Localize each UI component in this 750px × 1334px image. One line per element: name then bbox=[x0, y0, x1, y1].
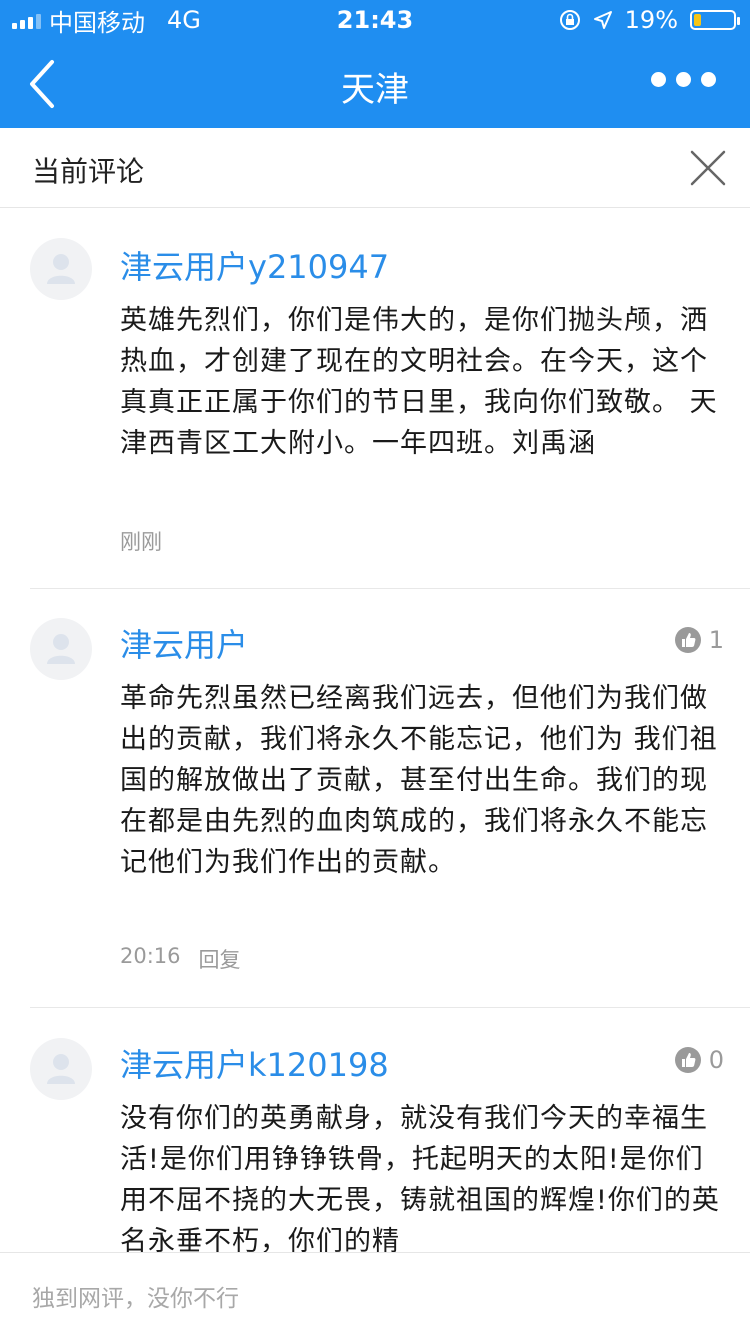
status-right: 19% bbox=[559, 6, 740, 34]
comment-time: 20:16 bbox=[120, 944, 181, 968]
lock-rotation-icon bbox=[559, 10, 580, 30]
panel-title: 当前评论 bbox=[32, 155, 145, 188]
user-icon bbox=[47, 254, 75, 284]
comment-meta: 刚刚 bbox=[120, 526, 162, 556]
comment-time: 刚刚 bbox=[120, 530, 162, 554]
comment-username[interactable]: 津云用户 bbox=[120, 620, 248, 666]
location-icon bbox=[593, 11, 612, 29]
comment-meta: 20:16 回复 bbox=[120, 944, 241, 974]
comment-item: 津云用户k120198 0 没有你们的英勇献身，就没有我们今天的幸福生活!是你们… bbox=[0, 1008, 750, 1252]
like-button[interactable]: 1 bbox=[674, 626, 724, 654]
battery-icon bbox=[690, 10, 740, 30]
avatar[interactable] bbox=[30, 238, 92, 300]
close-button[interactable] bbox=[686, 146, 730, 190]
more-dots-icon[interactable] bbox=[651, 72, 716, 87]
thumbs-up-icon bbox=[674, 1047, 701, 1073]
user-icon bbox=[47, 634, 75, 664]
comment-input-bar[interactable]: 独到网评，没你不行 bbox=[0, 1252, 750, 1334]
avatar[interactable] bbox=[30, 618, 92, 680]
battery-level bbox=[694, 14, 701, 26]
like-button[interactable]: 0 bbox=[674, 1046, 724, 1074]
comment-text: 英雄先烈们，你们是伟大的，是你们抛头颅，洒热血，才创建了现在的文明社会。在今天，… bbox=[120, 305, 718, 459]
comment-text: 没有你们的英勇献身，就没有我们今天的幸福生活!是你们用铮铮铁骨，托起明天的太阳!… bbox=[120, 1103, 720, 1252]
user-icon bbox=[47, 1054, 75, 1084]
like-count: 1 bbox=[708, 626, 724, 654]
comment-text: 革命先烈虽然已经离我们远去，但他们为我们做出的贡献，我们将永久不能忘记，他们为 … bbox=[120, 683, 718, 878]
like-count: 0 bbox=[708, 1046, 724, 1074]
comment-item: 津云用户y210947 英雄先烈们，你们是伟大的，是你们抛头颅，洒热血，才创建了… bbox=[0, 208, 750, 588]
battery-percent: 19% bbox=[624, 6, 678, 34]
status-bar: 中国移动 4G 21:43 19% bbox=[0, 0, 750, 40]
thumbs-up-icon bbox=[674, 627, 701, 653]
page-title: 天津 bbox=[341, 70, 409, 110]
comment-item: 津云用户 1 革命先烈虽然已经离我们远去，但他们为我们做出的贡献，我们将永久不能… bbox=[0, 588, 750, 1008]
comment-username[interactable]: 津云用户y210947 bbox=[120, 242, 389, 288]
nav-bar: 天津 bbox=[0, 40, 750, 128]
comment-panel-header: 当前评论 bbox=[0, 128, 750, 208]
reply-button[interactable]: 回复 bbox=[199, 944, 241, 974]
close-icon bbox=[690, 150, 726, 186]
comment-input-placeholder[interactable]: 独到网评，没你不行 bbox=[32, 1279, 239, 1313]
avatar[interactable] bbox=[30, 1038, 92, 1100]
comment-username[interactable]: 津云用户k120198 bbox=[120, 1040, 389, 1086]
